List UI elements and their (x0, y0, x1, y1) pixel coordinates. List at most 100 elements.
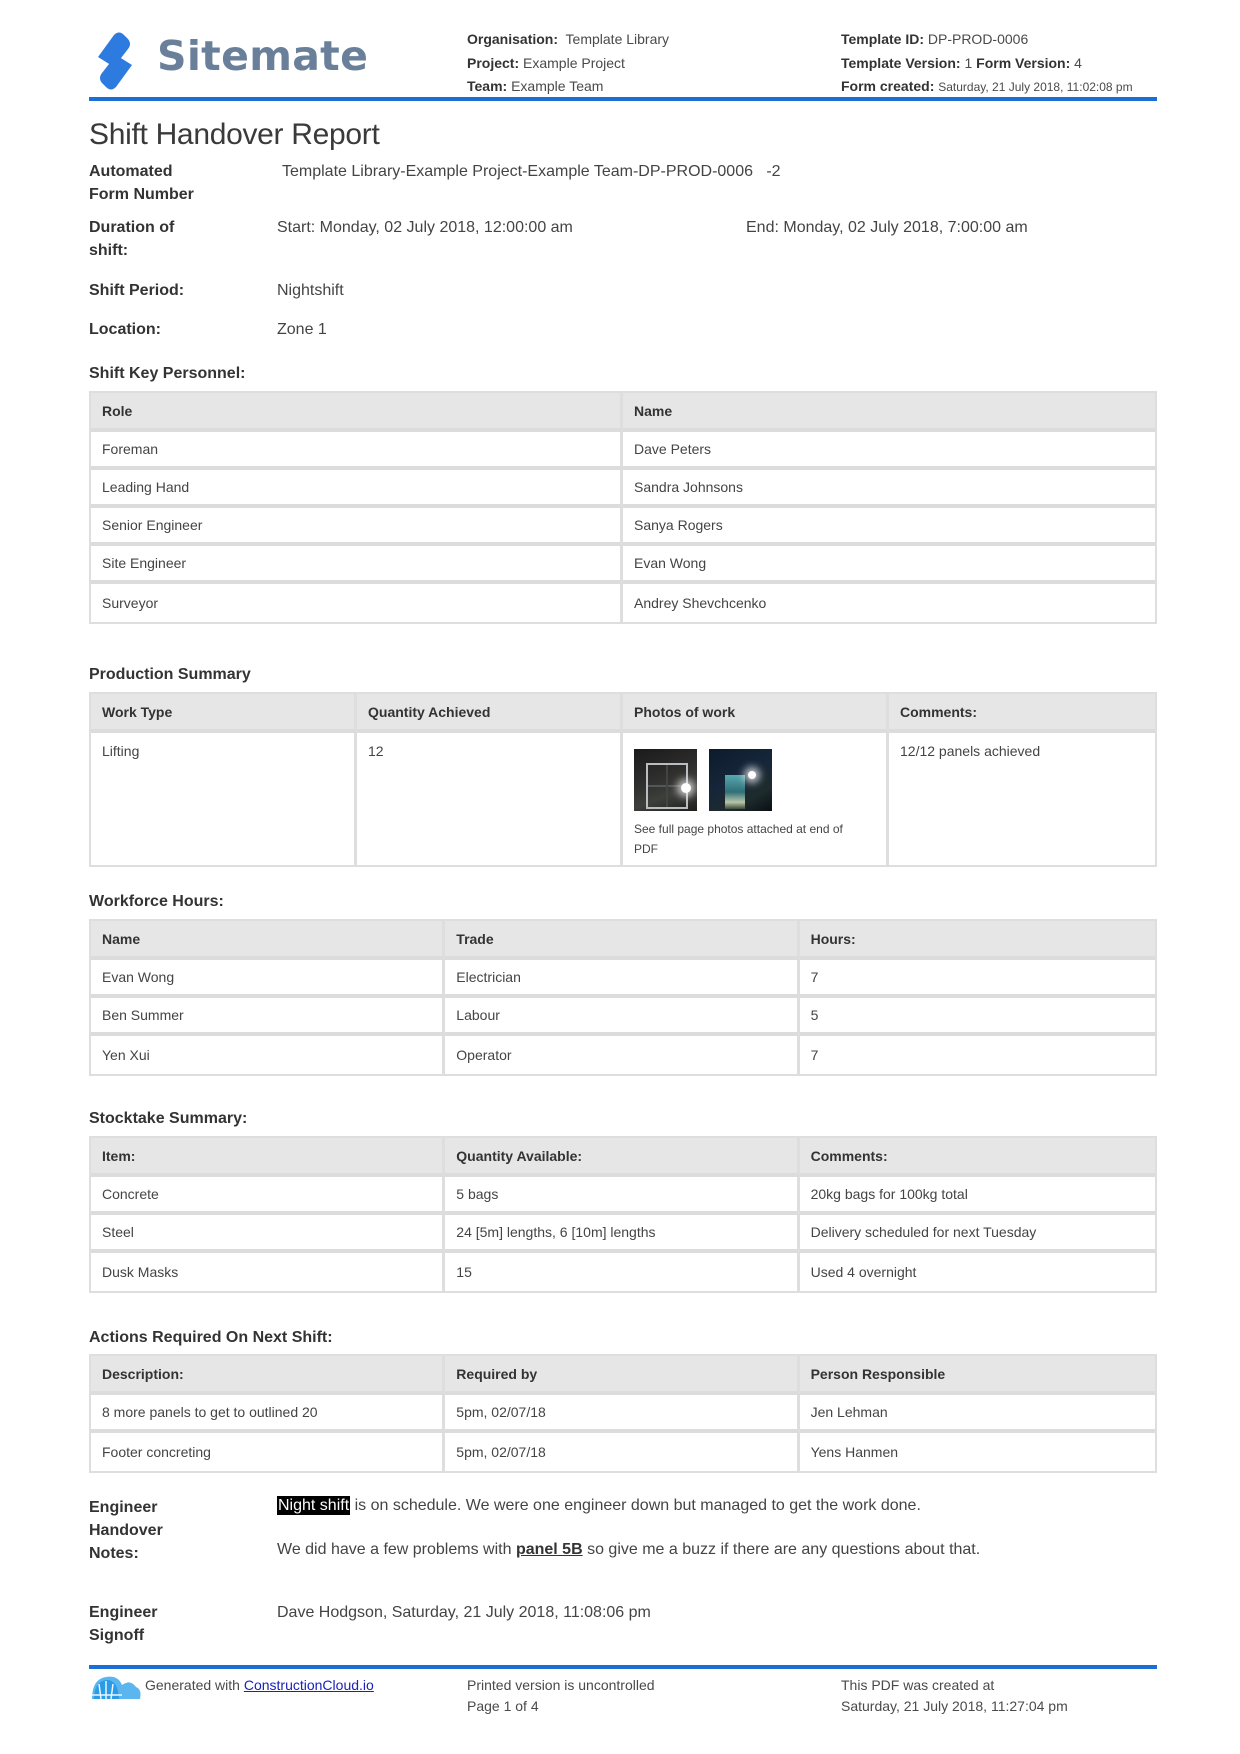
column-header-quantity-available: Quantity Available: (445, 1138, 800, 1177)
column-header-comments: Comments: (889, 694, 1155, 733)
stocktake-section-label: Stocktake Summary: (89, 1110, 248, 1127)
organisation-label: Organisation: (467, 31, 559, 47)
comments-cell: Delivery scheduled for next Tuesday (799, 1215, 1155, 1253)
note-text: We did have a few problems with (277, 1541, 516, 1558)
handover-notes-label-line1: Engineer (89, 1499, 158, 1516)
column-header-description: Description: (91, 1356, 446, 1395)
role-cell: Site Engineer (91, 546, 623, 584)
duration-label-line1: Duration of (89, 219, 175, 236)
table-row: Lifting 12 See full page photos attached… (91, 733, 1155, 865)
handover-notes-label-line3: Notes: (89, 1545, 139, 1562)
personnel-table: Role Name Foreman Dave Peters Leading Han… (89, 391, 1157, 624)
item-cell: Steel (91, 1215, 446, 1253)
table-row: Site Engineer Evan Wong (91, 546, 1155, 584)
hours-cell: 7 (799, 960, 1155, 998)
note-text: is on schedule. We were one engineer dow… (350, 1497, 921, 1514)
form-created-label: Form created: (841, 78, 935, 94)
name-cell: Andrey Shevchcenko (623, 584, 1155, 622)
table-row: Dusk Masks 15 Used 4 overnight (91, 1253, 1155, 1291)
shift-end-value: End: Monday, 02 July 2018, 7:00:00 am (746, 219, 1028, 236)
column-header-required-by: Required by (445, 1356, 800, 1395)
handover-notes-label: Engineer Handover Notes: (89, 1496, 249, 1565)
construction-cloud-link[interactable]: ConstructionCloud.io (244, 1677, 374, 1693)
project-line: Project: Example Project (467, 55, 625, 71)
work-photo-thumbnail[interactable] (709, 749, 772, 811)
table-header-row: Work Type Quantity Achieved Photos of wo… (91, 694, 1155, 733)
organisation-value: Template Library (565, 31, 670, 47)
signoff-label-line2: Signoff (89, 1627, 145, 1644)
work-type-cell: Lifting (91, 733, 357, 865)
item-cell: Concrete (91, 1177, 446, 1215)
column-header-quantity: Quantity Achieved (357, 694, 623, 733)
form-number-label-line1: Automated (89, 163, 173, 180)
form-number-label: Automated Form Number (89, 160, 249, 206)
handover-note-line2: We did have a few problems with panel 5B… (277, 1541, 980, 1559)
table-row: Senior Engineer Sanya Rogers (91, 508, 1155, 546)
photo-caption: See full page photos attached at end of … (634, 822, 843, 856)
stocktake-table: Item: Quantity Available: Comments: Conc… (89, 1136, 1157, 1293)
photos-cell: See full page photos attached at end of … (623, 733, 889, 865)
description-cell: Footer concreting (91, 1433, 446, 1471)
version-line: Template Version: 1 Form Version: 4 (841, 55, 1082, 71)
trade-cell: Operator (445, 1036, 800, 1074)
name-cell: Dave Peters (623, 432, 1155, 470)
comments-cell: Used 4 overnight (799, 1253, 1155, 1291)
signoff-label: Engineer Signoff (89, 1601, 249, 1647)
panel-reference: panel 5B (515, 1541, 583, 1558)
role-cell: Leading Hand (91, 470, 623, 508)
person-cell: Jen Lehman (799, 1395, 1155, 1433)
column-header-name: Name (91, 921, 446, 960)
handover-note-line1: Night shift is on schedule. We were one … (277, 1496, 921, 1515)
column-header-work-type: Work Type (91, 694, 357, 733)
workforce-section-label: Workforce Hours: (89, 893, 224, 910)
column-header-comments: Comments: (799, 1138, 1155, 1177)
footer-divider (89, 1665, 1157, 1669)
signoff-label-line1: Engineer (89, 1604, 158, 1621)
column-header-trade: Trade (445, 921, 800, 960)
production-section-label: Production Summary (89, 666, 251, 683)
shift-start-value: Start: Monday, 02 July 2018, 12:00:00 am (277, 219, 573, 236)
template-id-label: Template ID: (841, 31, 924, 47)
template-id-value: DP-PROD-0006 (927, 31, 1029, 47)
signoff-value: Dave Hodgson, Saturday, 21 July 2018, 11… (277, 1604, 651, 1621)
project-value: Example Project (523, 55, 625, 71)
uncontrolled-notice: Printed version is uncontrolled (467, 1677, 655, 1693)
person-cell: Yens Hanmen (799, 1433, 1155, 1471)
template-id-line: Template ID: DP-PROD-0006 (841, 31, 1028, 47)
item-cell: Dusk Masks (91, 1253, 446, 1291)
page-title: Shift Handover Report (89, 118, 380, 151)
form-created-value: Saturday, 21 July 2018, 11:02:08 pm (938, 80, 1133, 94)
form-number-value: Template Library-Example Project-Example… (282, 163, 781, 180)
template-version-label: Template Version: (841, 55, 961, 71)
name-cell: Evan Wong (623, 546, 1155, 584)
shift-period-label: Shift Period: (89, 282, 185, 299)
construction-cloud-icon (90, 1671, 142, 1700)
quantity-cell: 5 bags (445, 1177, 800, 1215)
quantity-cell: 12 (357, 733, 623, 865)
table-header-row: Item: Quantity Available: Comments: (91, 1138, 1155, 1177)
actions-section-label: Actions Required On Next Shift: (89, 1329, 333, 1346)
form-number-label-line2: Form Number (89, 186, 194, 203)
quantity-cell: 24 [5m] lengths, 6 [10m] lengths (445, 1215, 800, 1253)
duration-label-line2: shift: (89, 242, 129, 259)
comments-cell: 20kg bags for 100kg total (799, 1177, 1155, 1215)
generated-prefix: Generated with (145, 1677, 244, 1693)
table-row: Evan Wong Electrician 7 (91, 960, 1155, 998)
form-version-value: 4 (1074, 55, 1082, 71)
table-row: Surveyor Andrey Shevchcenko (91, 584, 1155, 622)
team-line: Team: Example Team (467, 78, 603, 94)
table-row: 8 more panels to get to outlined 20 5pm, … (91, 1395, 1155, 1433)
template-version-value: 1 (964, 55, 973, 71)
column-header-item: Item: (91, 1138, 446, 1177)
name-cell: Yen Xui (91, 1036, 446, 1074)
project-label: Project: (467, 55, 520, 71)
table-header-row: Name Trade Hours: (91, 921, 1155, 960)
workforce-table: Name Trade Hours: Evan Wong Electrician 7 … (89, 919, 1157, 1076)
location-label: Location: (89, 321, 161, 338)
duration-label: Duration of shift: (89, 216, 249, 262)
table-row: Foreman Dave Peters (91, 432, 1155, 470)
trade-cell: Labour (445, 998, 800, 1036)
form-version-label: Form Version: (976, 55, 1071, 71)
work-photo-thumbnail[interactable] (634, 749, 697, 811)
pdf-created-value: Saturday, 21 July 2018, 11:27:04 pm (841, 1698, 1068, 1714)
